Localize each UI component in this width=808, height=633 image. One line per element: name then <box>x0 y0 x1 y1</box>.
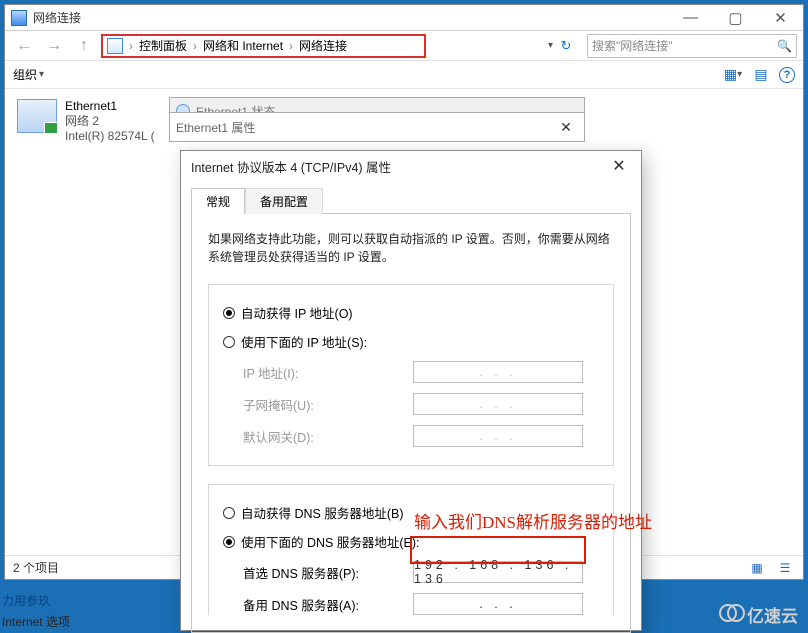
tab-strip: 常规 备用配置 <box>191 187 631 213</box>
search-placeholder: 搜索"网络连接" <box>592 37 673 54</box>
network-icon <box>11 10 27 26</box>
dialog-title: Internet 协议版本 4 (TCP/IPv4) 属性 <box>191 157 391 176</box>
annotation-dns-hint: 输入我们DNS解析服务器的地址 <box>414 508 652 533</box>
breadcrumb[interactable]: › 控制面板 › 网络和 Internet › 网络连接 <box>101 34 426 58</box>
alternate-dns-input[interactable]: . . . <box>413 593 583 615</box>
alternate-dns-row: 备用 DNS 服务器(A): . . . <box>243 593 599 615</box>
control-panel-icon <box>107 38 123 54</box>
chevron-down-icon: ▾ <box>39 69 44 80</box>
annotation-dns-frame <box>410 536 586 564</box>
toolbar: 组织 ▾ ▦ ▾ ▤ ? <box>5 61 803 89</box>
footer-link-2[interactable]: Internet 选项 <box>2 613 70 630</box>
view-list-button[interactable]: ☰ <box>775 560 795 576</box>
titlebar: 网络连接 — ▢ ✕ <box>5 5 803 31</box>
tab-panel: 如果网络支持此功能，则可以获取自动指派的 IP 设置。否则，你需要从网络系统管理… <box>191 213 631 633</box>
refresh-button[interactable]: ↻ <box>555 35 577 57</box>
window-title: 网络连接 <box>33 9 668 26</box>
view-details-button[interactable]: ▤ <box>751 66 771 84</box>
breadcrumb-part[interactable]: 网络连接 <box>299 37 347 54</box>
back-button[interactable]: ← <box>11 35 37 57</box>
gateway-row: 默认网关(D): . . . <box>243 425 599 447</box>
close-button[interactable]: ✕ <box>758 5 803 30</box>
ethernet-adapter-icon <box>17 99 57 133</box>
breadcrumb-part[interactable]: 控制面板 <box>139 37 187 54</box>
watermark-icon <box>719 604 745 622</box>
preferred-dns-label: 首选 DNS 服务器(P): <box>243 563 403 582</box>
description-text: 如果网络支持此功能，则可以获取自动指派的 IP 设置。否则，你需要从网络系统管理… <box>208 230 614 266</box>
dialog-titlebar: Internet 协议版本 4 (TCP/IPv4) 属性 ✕ <box>181 151 641 181</box>
chevron-right-icon: › <box>193 39 197 53</box>
adapter-name: Ethernet1 <box>65 99 155 114</box>
subnet-mask-label: 子网掩码(U): <box>243 395 403 414</box>
view-icons-button[interactable]: ▦ <box>747 560 767 576</box>
adapter-device: Intel(R) 82574L ( <box>65 129 155 144</box>
breadcrumb-part[interactable]: 网络和 Internet <box>203 37 283 54</box>
search-input[interactable]: 搜索"网络连接" 🔍 <box>587 34 797 58</box>
radio-icon <box>223 536 235 548</box>
ip-address-label: IP 地址(I): <box>243 363 403 382</box>
watermark: 亿速云 <box>719 602 798 627</box>
tab-alternate[interactable]: 备用配置 <box>245 188 323 214</box>
minimize-button[interactable]: — <box>668 5 713 30</box>
ip-address-row: IP 地址(I): . . . <box>243 361 599 383</box>
radio-auto-ip[interactable]: 自动获得 IP 地址(O) <box>223 303 599 322</box>
preferred-dns-row: 首选 DNS 服务器(P): 192 . 168 . 136 . 136 <box>243 561 599 583</box>
chevron-right-icon: › <box>289 39 293 53</box>
adapter-network: 网络 2 <box>65 114 155 129</box>
adapter-item[interactable]: Ethernet1 网络 2 Intel(R) 82574L ( <box>17 99 177 144</box>
preferred-dns-input[interactable]: 192 . 168 . 136 . 136 <box>413 561 583 583</box>
gateway-input: . . . <box>413 425 583 447</box>
close-button[interactable]: ✕ <box>607 156 631 176</box>
ethernet-properties-window: Ethernet1 属性 ✕ <box>169 112 585 142</box>
radio-use-ip[interactable]: 使用下面的 IP 地址(S): <box>223 332 599 351</box>
radio-icon <box>223 336 235 348</box>
subnet-mask-input: . . . <box>413 393 583 415</box>
ip-address-input: . . . <box>413 361 583 383</box>
up-button[interactable]: ↑ <box>71 35 97 57</box>
ip-group: 自动获得 IP 地址(O) 使用下面的 IP 地址(S): IP 地址(I): … <box>208 284 614 466</box>
footer-link-1[interactable]: 力用参玖 <box>2 592 50 609</box>
ethernet-properties-title: Ethernet1 属性 <box>176 119 554 136</box>
forward-button[interactable]: → <box>41 35 67 57</box>
close-button[interactable]: ✕ <box>554 117 578 137</box>
chevron-right-icon: › <box>129 39 133 53</box>
search-icon: 🔍 <box>777 39 792 53</box>
view-icons-button[interactable]: ▦ ▾ <box>723 66 743 84</box>
subnet-mask-row: 子网掩码(U): . . . <box>243 393 599 415</box>
organize-menu[interactable]: 组织 ▾ <box>13 66 44 83</box>
history-dropdown[interactable]: ▾ <box>548 40 553 51</box>
items-count: 2 个项目 <box>13 559 59 576</box>
maximize-button[interactable]: ▢ <box>713 5 758 30</box>
tab-general[interactable]: 常规 <box>191 188 245 214</box>
address-bar-row: ← → ↑ › 控制面板 › 网络和 Internet › 网络连接 ▾ ↻ 搜… <box>5 31 803 61</box>
radio-icon <box>223 507 235 519</box>
radio-icon <box>223 307 235 319</box>
gateway-label: 默认网关(D): <box>243 427 403 446</box>
help-button[interactable]: ? <box>779 67 795 83</box>
alternate-dns-label: 备用 DNS 服务器(A): <box>243 595 403 614</box>
